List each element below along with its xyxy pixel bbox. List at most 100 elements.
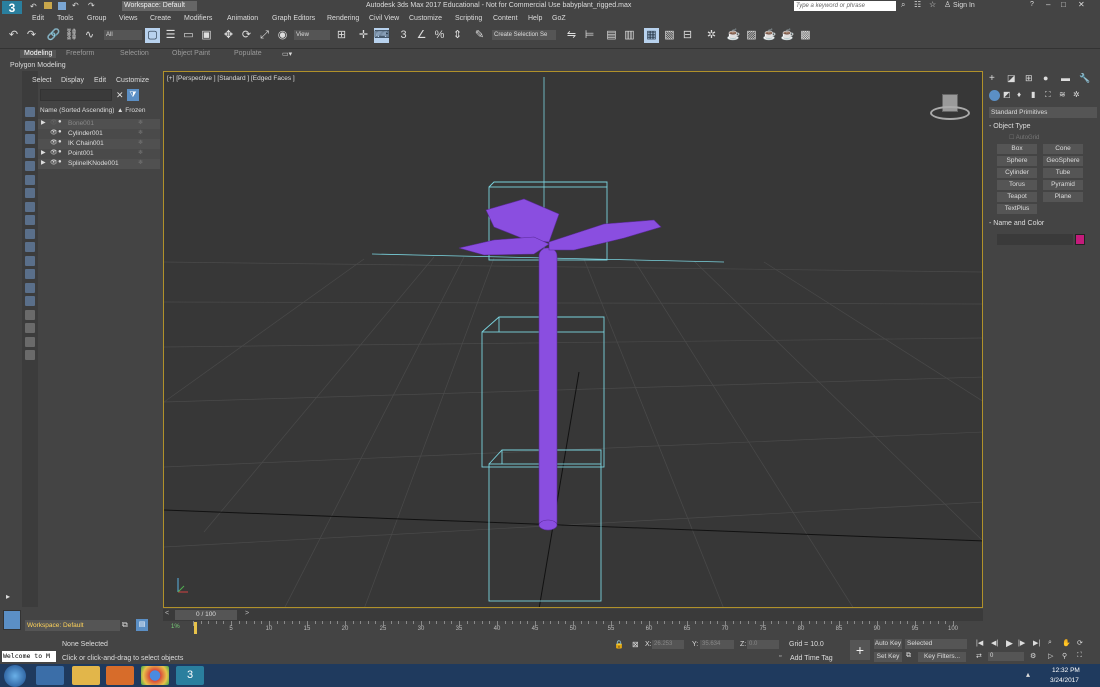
cameras-icon[interactable]: ▮ xyxy=(1031,90,1035,99)
scene-menu-edit[interactable]: Edit xyxy=(94,77,106,84)
scene-row[interactable]: 👁 ● Cylinder001 ❄ xyxy=(38,129,160,139)
toggle-scene-explorer-icon[interactable]: ▤ xyxy=(604,28,619,43)
isolate-selection-icon[interactable]: 🔒 xyxy=(614,640,624,649)
geometry-icon[interactable] xyxy=(989,90,1000,101)
auto-key-button[interactable]: Auto Key xyxy=(874,639,902,649)
menu-group[interactable]: Group xyxy=(87,15,106,22)
utilities-tab-icon[interactable]: 🔧 xyxy=(1079,73,1090,84)
frozen-icon[interactable]: ❄ xyxy=(138,159,143,166)
previous-frame-icon[interactable]: ◀| xyxy=(991,639,998,647)
quick-undo-icon[interactable]: ↶ xyxy=(72,1,79,10)
orbit-icon[interactable]: ⟳ xyxy=(1077,639,1083,647)
left-tool-icon[interactable] xyxy=(25,255,35,266)
window-crossing-icon[interactable]: ▣ xyxy=(199,28,214,43)
system-tray-icon[interactable]: ▴ xyxy=(1026,670,1030,679)
open-icon[interactable] xyxy=(44,2,52,9)
layer-manager-icon[interactable]: ⧉ xyxy=(122,620,128,630)
left-tool-icon[interactable] xyxy=(25,174,35,185)
3dsmax-taskbar-icon[interactable]: 3 xyxy=(176,666,204,685)
search-icon[interactable]: ⌕ xyxy=(901,0,905,10)
selection-filter-dropdown[interactable]: All xyxy=(104,30,142,40)
display-tab-icon[interactable]: ▬ xyxy=(1061,73,1070,83)
primitive-tube-button[interactable]: Tube xyxy=(1043,168,1083,178)
frozen-icon[interactable]: ❄ xyxy=(138,119,143,126)
menu-edit[interactable]: Edit xyxy=(32,15,44,22)
primitive-teapot-button[interactable]: Teapot xyxy=(997,192,1037,202)
menu-tools[interactable]: Tools xyxy=(57,15,73,22)
left-tool-icon[interactable] xyxy=(25,120,35,131)
menu-graph-editors[interactable]: Graph Editors xyxy=(272,15,315,22)
toggle-ribbon-icon[interactable]: ▦ xyxy=(644,28,659,43)
clock-date[interactable]: 3/24/2017 xyxy=(1050,677,1079,684)
helpers-icon[interactable]: ⛶ xyxy=(1045,90,1051,100)
curve-editor-icon[interactable]: ▧ xyxy=(662,28,677,43)
ribbon-tab-freeform[interactable]: Freeform xyxy=(66,50,94,58)
maximize-icon[interactable]: □ xyxy=(1061,0,1066,9)
select-manipulate-icon[interactable]: ✛ xyxy=(356,28,371,43)
move-icon[interactable]: ✥ xyxy=(221,28,236,43)
menu-create[interactable]: Create xyxy=(150,15,171,22)
column-header-name[interactable]: Name (Sorted Ascending) xyxy=(40,107,114,114)
primitive-cylinder-button[interactable]: Cylinder xyxy=(997,168,1037,178)
align-icon[interactable]: ⊨ xyxy=(582,28,597,43)
frozen-icon[interactable]: ❄ xyxy=(138,149,143,156)
search-input[interactable]: Type a keyword or phrase xyxy=(794,1,896,11)
spinner-snap-icon[interactable]: ⇕ xyxy=(450,28,465,43)
scene-row[interactable]: 👁 ● IK Chain001 ❄ xyxy=(38,139,160,149)
pan-icon[interactable]: ✋ xyxy=(1062,639,1071,647)
menu-modifiers[interactable]: Modifiers xyxy=(184,15,212,22)
set-key-label[interactable]: Set Key xyxy=(874,652,902,662)
key-mode-dropdown[interactable]: Selected xyxy=(905,639,967,649)
systems-icon[interactable]: ✲ xyxy=(1073,90,1080,99)
file-explorer-icon[interactable] xyxy=(72,666,100,685)
percent-snap-icon[interactable]: % xyxy=(432,28,447,43)
maxscript-listener[interactable]: Welcome to M xyxy=(2,651,56,662)
go-to-end-icon[interactable]: ▶| xyxy=(1033,639,1040,647)
quick-redo-icon[interactable]: ↷ xyxy=(88,1,95,10)
zoom-icon[interactable]: ⌕ xyxy=(1048,639,1052,647)
ribbon-tab-modeling[interactable]: Modeling xyxy=(20,50,57,58)
primitive-textplus-button[interactable]: TextPlus xyxy=(997,204,1037,214)
object-name-input[interactable] xyxy=(997,234,1073,245)
link-icon[interactable]: 🔗 xyxy=(46,28,61,43)
menu-civil-view[interactable]: Civil View xyxy=(369,15,399,22)
named-selection-set-dropdown[interactable]: Create Selection Se xyxy=(492,30,556,40)
user-icon[interactable]: ♙ xyxy=(944,0,951,9)
menu-views[interactable]: Views xyxy=(119,15,138,22)
redo-toolbar-icon[interactable]: ↷ xyxy=(24,28,39,43)
left-tool-icon[interactable] xyxy=(25,296,35,306)
primitive-plane-button[interactable]: Plane xyxy=(1043,192,1083,202)
bind-spacewarp-icon[interactable]: ∿ xyxy=(82,28,97,43)
object-type-rollout[interactable]: - Object Type xyxy=(989,123,1097,133)
angle-snap-icon[interactable]: ∠ xyxy=(414,28,429,43)
save-icon[interactable] xyxy=(58,2,66,10)
minimize-icon[interactable]: – xyxy=(1046,0,1050,9)
field-of-view-icon[interactable]: ▷ xyxy=(1048,652,1053,660)
next-frame-icon[interactable]: |▶ xyxy=(1018,639,1025,647)
ribbon-tab-object-paint[interactable]: Object Paint xyxy=(172,50,210,58)
ribbon-tab-populate[interactable]: Populate xyxy=(234,50,262,58)
time-slider[interactable]: < 0 / 100 > xyxy=(163,609,983,621)
name-color-rollout[interactable]: - Name and Color xyxy=(989,220,1097,230)
ribbon-tab-selection[interactable]: Selection xyxy=(120,50,149,58)
render-production-icon[interactable]: ☕ xyxy=(762,28,777,43)
left-tool-icon[interactable] xyxy=(25,147,35,158)
workspace-dropdown[interactable]: Workspace: Default xyxy=(122,1,197,11)
render-cloud-icon[interactable]: ▩ xyxy=(798,28,813,43)
visibility-eye-icon[interactable]: 👁 xyxy=(50,139,58,146)
menu-content[interactable]: Content xyxy=(493,15,518,22)
reference-coordinate-dropdown[interactable]: View xyxy=(294,30,330,40)
pivot-center-icon[interactable]: ⊞ xyxy=(334,28,349,43)
primitive-pyramid-button[interactable]: Pyramid xyxy=(1043,180,1083,190)
schematic-view-icon[interactable]: ⊟ xyxy=(680,28,695,43)
primitive-box-button[interactable]: Box xyxy=(997,144,1037,154)
perspective-viewport[interactable]: [+] [Perspective ] [Standard ] [Edged Fa… xyxy=(163,71,983,608)
workspace-selector[interactable]: Workspace: Default xyxy=(25,620,120,631)
visibility-eye-icon[interactable]: 👁 xyxy=(50,119,58,126)
rendered-frame-icon[interactable]: ▨ xyxy=(744,28,759,43)
left-tool-icon[interactable] xyxy=(25,336,35,347)
viewport-layout-icon[interactable] xyxy=(3,610,21,630)
key-mode-icon[interactable]: ⇄ xyxy=(976,652,982,660)
primitive-sphere-button[interactable]: Sphere xyxy=(997,156,1037,166)
spacewarps-icon[interactable]: ≋ xyxy=(1059,90,1066,99)
